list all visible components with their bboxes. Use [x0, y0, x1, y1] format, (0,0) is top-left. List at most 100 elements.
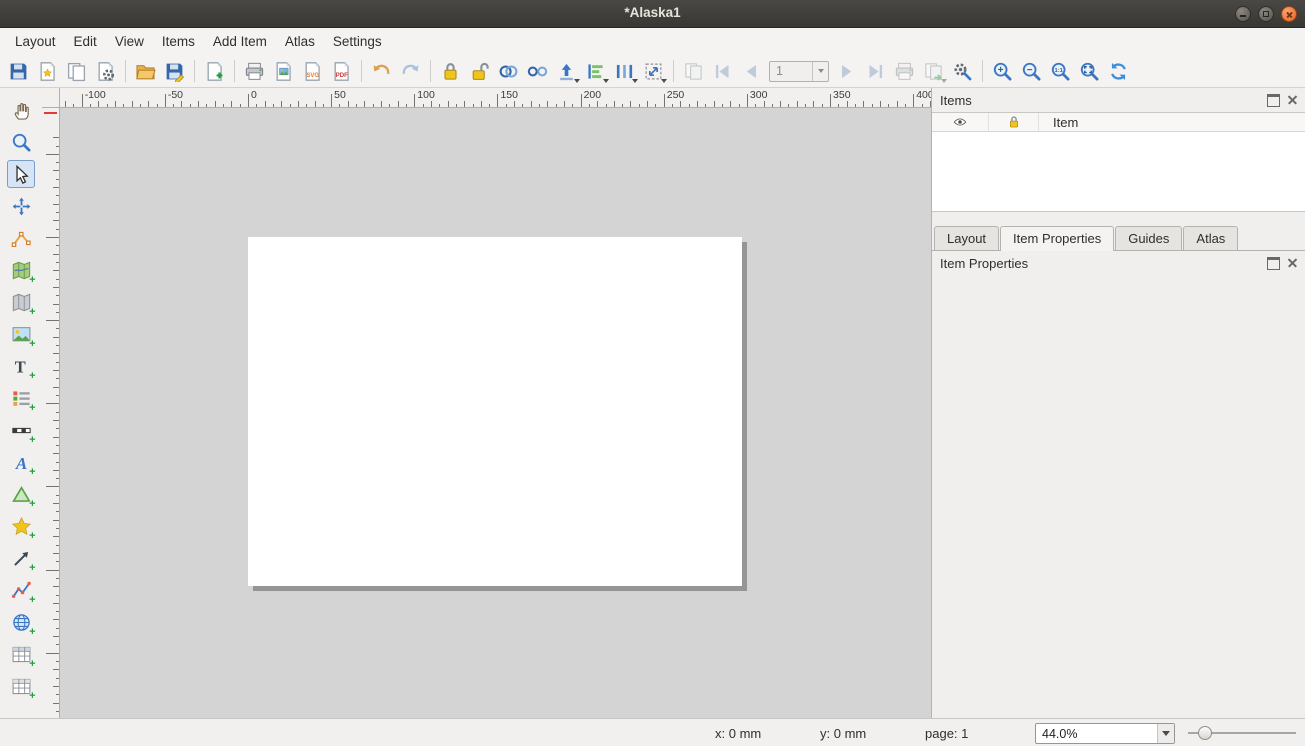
add-attribute-table-tool-button[interactable]: +: [7, 640, 35, 668]
refresh-view-button[interactable]: [1105, 58, 1132, 85]
resize-selected-items-button[interactable]: [640, 58, 667, 85]
ruler-tick: [414, 94, 415, 107]
menu-atlas[interactable]: Atlas: [276, 28, 324, 55]
titlebar[interactable]: *Alaska1: [0, 0, 1305, 28]
add-scalebar-tool-button[interactable]: +: [7, 416, 35, 444]
zoom-full-button[interactable]: [1076, 58, 1103, 85]
zoom-out-button[interactable]: −: [1018, 58, 1045, 85]
ruler-tick: [273, 104, 274, 107]
zoom-combo-dropdown[interactable]: [1157, 724, 1174, 743]
distribute-selected-items-button[interactable]: [611, 58, 638, 85]
add-node-item-tool-button[interactable]: +: [7, 576, 35, 604]
ruler-tick: [56, 561, 59, 562]
layout-canvas[interactable]: [60, 108, 931, 718]
add-picture-tool-button[interactable]: +: [7, 320, 35, 348]
tab-item-properties[interactable]: Item Properties: [1000, 226, 1114, 251]
save-project-icon: [8, 61, 29, 82]
zoom-in-button[interactable]: +: [989, 58, 1016, 85]
lock-selected-items-button[interactable]: [437, 58, 464, 85]
ruler-tick: [132, 101, 133, 107]
group-items-button[interactable]: [495, 58, 522, 85]
add-fixed-table-tool-button[interactable]: +: [7, 672, 35, 700]
print-layout-button[interactable]: [241, 58, 268, 85]
export-as-image-button[interactable]: [270, 58, 297, 85]
add-pages-button[interactable]: [201, 58, 228, 85]
item-properties-close-button[interactable]: [1286, 257, 1299, 270]
maximize-button[interactable]: [1258, 6, 1274, 22]
menu-settings[interactable]: Settings: [324, 28, 391, 55]
next-feature-button[interactable]: [833, 58, 860, 85]
new-layout-button[interactable]: [34, 58, 61, 85]
ruler-tick: [863, 101, 864, 107]
zoom-slider[interactable]: [1188, 719, 1300, 746]
add-north-arrow-tool-button[interactable]: A+: [7, 448, 35, 476]
zoom-level-value[interactable]: 44.0%: [1036, 724, 1157, 743]
unlock-all-items-button[interactable]: [466, 58, 493, 85]
select-move-item-icon: [11, 164, 32, 185]
item-properties-float-button[interactable]: [1267, 257, 1280, 270]
tab-layout[interactable]: Layout: [934, 226, 999, 250]
raise-selected-items-button[interactable]: [553, 58, 580, 85]
add-picture-icon: +: [11, 324, 32, 345]
last-feature-button[interactable]: [862, 58, 889, 85]
layout-manager-button[interactable]: [92, 58, 119, 85]
add-map-tool-button[interactable]: +: [7, 256, 35, 284]
menu-items[interactable]: Items: [153, 28, 204, 55]
atlas-page-value: 1: [770, 64, 812, 78]
add-shape-tool-button[interactable]: +: [7, 480, 35, 508]
ungroup-items-button[interactable]: [524, 58, 551, 85]
items-panel-float-button[interactable]: [1267, 94, 1280, 107]
add-html-tool-button[interactable]: +: [7, 608, 35, 636]
first-feature-button[interactable]: [709, 58, 736, 85]
preview-atlas-button[interactable]: [680, 58, 707, 85]
ruler-tick: [56, 428, 59, 429]
zoom-actual-button[interactable]: 1:1: [1047, 58, 1074, 85]
atlas-page-dropdown[interactable]: [812, 62, 828, 81]
menu-add-item[interactable]: Add Item: [204, 28, 276, 55]
vertical-ruler[interactable]: -50050100150200250: [42, 108, 60, 718]
menu-edit[interactable]: Edit: [65, 28, 106, 55]
align-selected-items-button[interactable]: [582, 58, 609, 85]
edit-nodes-item-tool-button[interactable]: [7, 224, 35, 252]
move-item-content-tool-button[interactable]: [7, 192, 35, 220]
load-from-template-button[interactable]: [132, 58, 159, 85]
print-atlas-button[interactable]: [891, 58, 918, 85]
ruler-label: 150: [500, 89, 518, 101]
duplicate-layout-button[interactable]: [63, 58, 90, 85]
zoom-slider-thumb[interactable]: [1198, 726, 1212, 740]
ruler-tick: [215, 101, 216, 107]
previous-feature-button[interactable]: [738, 58, 765, 85]
export-as-pdf-button[interactable]: PDF: [328, 58, 355, 85]
add-legend-tool-button[interactable]: +: [7, 384, 35, 412]
atlas-page-input[interactable]: 1: [769, 61, 829, 82]
add-label-tool-button[interactable]: T+: [7, 352, 35, 380]
close-button[interactable]: [1281, 6, 1297, 22]
zoom-level-combo[interactable]: 44.0%: [1035, 723, 1175, 744]
layout-page[interactable]: [248, 237, 742, 586]
save-project-button[interactable]: [5, 58, 32, 85]
select-move-item-tool-button[interactable]: [7, 160, 35, 188]
export-atlas-button[interactable]: [920, 58, 947, 85]
horizontal-ruler[interactable]: -100-50050100150200250300350400: [60, 88, 931, 108]
add-arrow-tool-button[interactable]: +: [7, 544, 35, 572]
minimize-button[interactable]: [1235, 6, 1251, 22]
tab-guides[interactable]: Guides: [1115, 226, 1182, 250]
add-3d-map-tool-button[interactable]: +: [7, 288, 35, 316]
menu-view[interactable]: View: [106, 28, 153, 55]
duplicate-layout-icon: [66, 61, 87, 82]
undo-button[interactable]: [368, 58, 395, 85]
svg-text:1:1: 1:1: [1054, 68, 1063, 74]
menu-layout[interactable]: Layout: [6, 28, 65, 55]
add-html-icon: +: [11, 612, 32, 633]
items-list[interactable]: [932, 132, 1305, 212]
pan-layout-tool-button[interactable]: [7, 96, 35, 124]
save-as-template-button[interactable]: [161, 58, 188, 85]
ruler-tick: [56, 179, 59, 180]
items-panel-close-button[interactable]: [1286, 94, 1299, 107]
atlas-settings-button[interactable]: [949, 58, 976, 85]
tab-atlas[interactable]: Atlas: [1183, 226, 1238, 250]
export-as-svg-button[interactable]: SVG: [299, 58, 326, 85]
redo-button[interactable]: [397, 58, 424, 85]
zoom-tool-tool-button[interactable]: [7, 128, 35, 156]
add-marker-tool-button[interactable]: +: [7, 512, 35, 540]
